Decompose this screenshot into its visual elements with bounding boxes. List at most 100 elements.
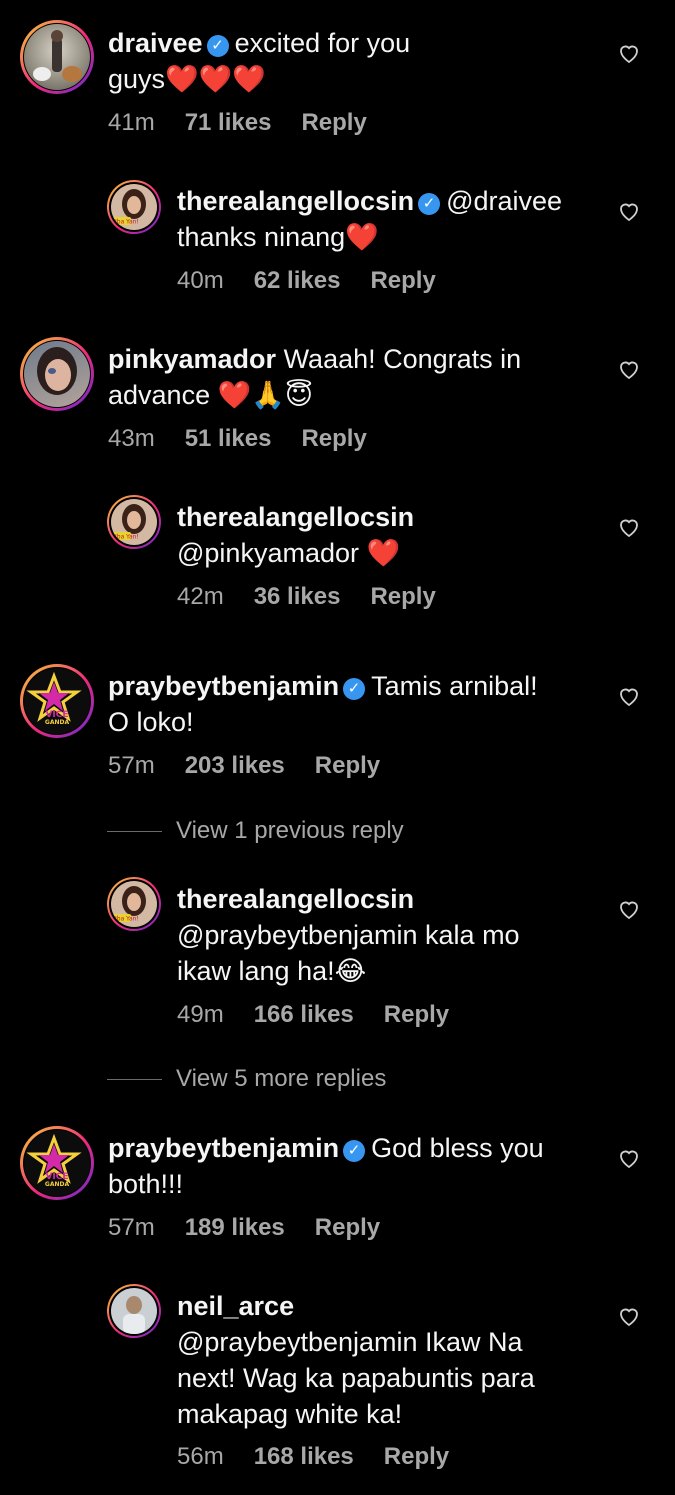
avatar-photo: Iba Yan! bbox=[113, 504, 146, 541]
comment-body-cont: guys❤️❤️❤️ bbox=[108, 64, 266, 94]
avatar[interactable]: Iba Yan! bbox=[107, 877, 161, 931]
avatar[interactable]: VICE GANDA bbox=[20, 664, 94, 738]
comment-body: @draivee bbox=[446, 186, 563, 216]
heart-outline-icon[interactable] bbox=[617, 357, 641, 381]
avatar[interactable] bbox=[107, 1284, 161, 1338]
avatar-photo: Iba Yan! bbox=[113, 886, 146, 923]
verified-badge-icon: ✓ bbox=[418, 193, 441, 215]
comment-meta: 56m 168 likes Reply bbox=[177, 1442, 449, 1472]
timestamp: 49m bbox=[177, 1001, 224, 1028]
comment-body-cont: next! Wag ka papabuntis para bbox=[177, 1363, 535, 1393]
reply-button[interactable]: Reply bbox=[301, 425, 366, 452]
reply-button[interactable]: Reply bbox=[315, 1214, 380, 1241]
comment-text: therealangellocsin @pinkyamador ❤️ bbox=[177, 499, 597, 571]
comment-body-cont: both!!! bbox=[108, 1169, 184, 1199]
comment-body: @praybeytbenjamin kala mo bbox=[177, 920, 520, 950]
likes-count[interactable]: 168 likes bbox=[254, 1443, 354, 1470]
reply-button[interactable]: Reply bbox=[384, 1001, 449, 1028]
reply-button[interactable]: Reply bbox=[384, 1443, 449, 1470]
timestamp: 42m bbox=[177, 583, 224, 610]
likes-count[interactable]: 36 likes bbox=[254, 583, 341, 610]
likes-count[interactable]: 166 likes bbox=[254, 1001, 354, 1028]
verified-badge-icon: ✓ bbox=[343, 1140, 366, 1162]
svg-text:GANDA: GANDA bbox=[45, 719, 70, 726]
view-more-replies[interactable]: View 5 more replies bbox=[107, 1064, 386, 1094]
verified-badge-icon: ✓ bbox=[206, 35, 229, 57]
comment-body-cont: makapag white ka! bbox=[177, 1399, 403, 1429]
comment-body-cont: thanks ninang❤️ bbox=[177, 222, 379, 252]
username[interactable]: praybeytbenjamin bbox=[108, 1133, 339, 1163]
comment-body: @praybeytbenjamin Ikaw Na bbox=[177, 1327, 523, 1357]
heart-outline-icon[interactable] bbox=[617, 515, 641, 539]
svg-text:GANDA: GANDA bbox=[45, 1181, 70, 1188]
view-previous-label[interactable]: View 1 previous reply bbox=[176, 817, 404, 844]
divider bbox=[107, 1079, 162, 1081]
comment-body-cont: ikaw lang ha!😂 bbox=[177, 956, 367, 986]
timestamp: 41m bbox=[108, 109, 155, 136]
comment-text: pinkyamador Waaah! Congrats in advance ❤… bbox=[108, 341, 608, 413]
comment-meta: 41m 71 likes Reply bbox=[108, 108, 367, 138]
timestamp: 56m bbox=[177, 1443, 224, 1470]
comment-text: therealangellocsin @praybeytbenjamin kal… bbox=[177, 881, 597, 989]
avatar-badge: Iba Yan! bbox=[115, 534, 139, 541]
comment-body-cont: advance ❤️🙏😇 bbox=[108, 380, 313, 410]
reply-button[interactable]: Reply bbox=[370, 583, 435, 610]
avatar[interactable] bbox=[20, 20, 94, 94]
comment-body: Tamis arnibal! bbox=[371, 671, 538, 701]
heart-outline-icon[interactable] bbox=[617, 199, 641, 223]
comment-meta: 57m 203 likes Reply bbox=[108, 751, 380, 781]
heart-outline-icon[interactable] bbox=[617, 1146, 641, 1170]
verified-badge-icon: ✓ bbox=[343, 678, 366, 700]
comment-body: God bless you bbox=[371, 1133, 544, 1163]
comment-text: draivee ✓ excited for you guys❤️❤️❤️ bbox=[108, 25, 608, 97]
avatar-photo bbox=[37, 347, 77, 395]
divider bbox=[107, 831, 162, 833]
timestamp: 43m bbox=[108, 425, 155, 452]
avatar-photo bbox=[123, 1296, 145, 1334]
likes-count[interactable]: 62 likes bbox=[254, 267, 341, 294]
heart-outline-icon[interactable] bbox=[617, 41, 641, 65]
reply-button[interactable]: Reply bbox=[301, 109, 366, 136]
vice-ganda-logo: VICE GANDA bbox=[24, 1130, 90, 1196]
username[interactable]: therealangellocsin bbox=[177, 884, 414, 914]
avatar-badge: Iba Yan! bbox=[115, 219, 139, 226]
avatar-photo: Iba Yan! bbox=[113, 189, 146, 226]
likes-count[interactable]: 51 likes bbox=[185, 425, 272, 452]
comment-text: neil_arce @praybeytbenjamin Ikaw Na next… bbox=[177, 1288, 597, 1432]
vice-ganda-logo: VICE GANDA bbox=[24, 668, 90, 734]
heart-outline-icon[interactable] bbox=[617, 1304, 641, 1328]
comment-text: therealangellocsin ✓ @draivee thanks ninan… bbox=[177, 183, 597, 255]
avatar[interactable] bbox=[20, 337, 94, 411]
username[interactable]: praybeytbenjamin bbox=[108, 671, 339, 701]
heart-outline-icon[interactable] bbox=[617, 684, 641, 708]
comment-meta: 42m 36 likes Reply bbox=[177, 582, 436, 612]
timestamp: 40m bbox=[177, 267, 224, 294]
comment-meta: 57m 189 likes Reply bbox=[108, 1213, 380, 1243]
comment-meta: 43m 51 likes Reply bbox=[108, 424, 367, 454]
reply-button[interactable]: Reply bbox=[370, 267, 435, 294]
comment-text: praybeytbenjamin ✓ Tamis arnibal! O loko! bbox=[108, 668, 608, 740]
avatar-photo bbox=[33, 30, 82, 82]
username[interactable]: pinkyamador bbox=[108, 344, 276, 374]
username[interactable]: draivee bbox=[108, 28, 203, 58]
avatar[interactable]: Iba Yan! bbox=[107, 180, 161, 234]
username[interactable]: therealangellocsin bbox=[177, 186, 414, 216]
comment-body-cont: O loko! bbox=[108, 707, 194, 737]
heart-outline-icon[interactable] bbox=[617, 897, 641, 921]
comment-text: praybeytbenjamin ✓ God bless you both!!! bbox=[108, 1130, 608, 1202]
comment-meta: 49m 166 likes Reply bbox=[177, 1000, 449, 1030]
likes-count[interactable]: 189 likes bbox=[185, 1214, 285, 1241]
avatar[interactable]: VICE GANDA bbox=[20, 1126, 94, 1200]
avatar[interactable]: Iba Yan! bbox=[107, 495, 161, 549]
comment-body: @pinkyamador ❤️ bbox=[177, 538, 401, 568]
view-previous-replies[interactable]: View 1 previous reply bbox=[107, 816, 404, 846]
reply-button[interactable]: Reply bbox=[315, 752, 380, 779]
avatar-badge: Iba Yan! bbox=[115, 916, 139, 923]
view-more-label[interactable]: View 5 more replies bbox=[176, 1065, 386, 1092]
comment-meta: 40m 62 likes Reply bbox=[177, 266, 436, 296]
likes-count[interactable]: 203 likes bbox=[185, 752, 285, 779]
username[interactable]: neil_arce bbox=[177, 1291, 294, 1321]
username[interactable]: therealangellocsin bbox=[177, 502, 414, 532]
likes-count[interactable]: 71 likes bbox=[185, 109, 272, 136]
timestamp: 57m bbox=[108, 752, 155, 779]
